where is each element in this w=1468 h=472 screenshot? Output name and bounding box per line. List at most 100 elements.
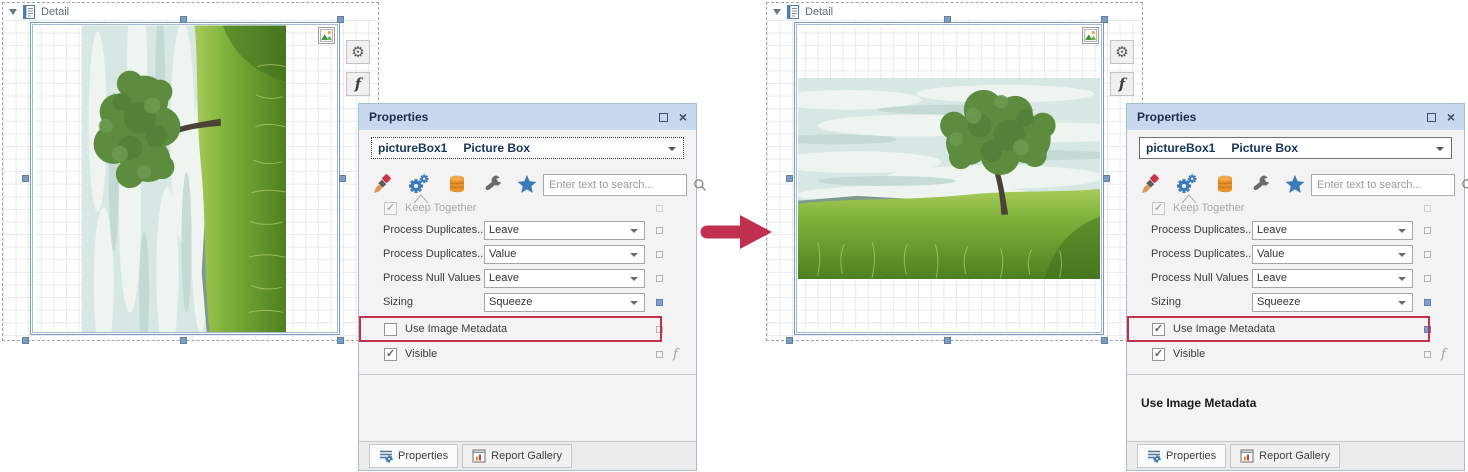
property-marker[interactable] — [1424, 226, 1431, 234]
appearance-brush-icon[interactable] — [1139, 172, 1163, 196]
selection-handle[interactable] — [1101, 16, 1108, 23]
checkbox-keep-together[interactable]: ✓ — [1152, 201, 1165, 215]
chevron-down-icon — [668, 147, 676, 151]
search-input[interactable] — [1312, 179, 1461, 191]
property-row-use-image-metadata: ✓ Use Image Metadata — [1127, 316, 1464, 342]
dropdown-process-duplicates-mode[interactable]: Leave — [484, 220, 645, 240]
property-label: Visible — [405, 348, 438, 360]
band-header: Detail — [3, 3, 378, 20]
behavior-gears-icon[interactable] — [1175, 172, 1199, 196]
picture-box[interactable] — [30, 22, 340, 335]
property-label: Keep Together — [1173, 202, 1245, 214]
property-marker[interactable] — [1424, 350, 1431, 358]
selection-handle[interactable] — [180, 16, 187, 23]
report-design-surface-before: Detail ⚙ f — [2, 2, 379, 344]
tab-properties[interactable]: Properties — [369, 444, 459, 468]
object-selector-combobox[interactable]: pictureBox1 Picture Box — [1139, 137, 1452, 159]
maximize-icon[interactable] — [1426, 112, 1436, 122]
property-marker[interactable] — [1424, 274, 1431, 282]
selection-handle[interactable] — [1103, 175, 1110, 182]
property-marker[interactable] — [1424, 204, 1431, 212]
property-marker[interactable] — [1424, 250, 1431, 258]
property-row-process-null-values: Process Null Values Leave — [1127, 266, 1464, 290]
checkbox-visible[interactable]: ✓ — [1152, 347, 1165, 361]
dropdown-sizing[interactable]: Squeeze — [484, 292, 645, 312]
favorites-star-icon[interactable] — [515, 172, 539, 196]
design-wrench-icon[interactable] — [481, 172, 505, 196]
selection-handle[interactable] — [1101, 337, 1108, 344]
smart-tag-gear-button[interactable]: ⚙ — [1110, 40, 1134, 64]
selection-handle[interactable] — [337, 337, 344, 344]
panel-titlebar: Properties × — [1127, 104, 1464, 130]
chevron-down-icon — [1398, 276, 1406, 281]
design-grid: ⚙ f — [767, 16, 1142, 344]
property-marker[interactable] — [656, 274, 663, 282]
checkbox-use-image-metadata[interactable]: ✓ — [1152, 322, 1165, 336]
smart-tag-gear-button[interactable]: ⚙ — [346, 40, 370, 64]
close-icon[interactable]: × — [1447, 110, 1455, 124]
property-label: Process Null Values — [1151, 272, 1249, 284]
data-database-icon[interactable] — [445, 172, 469, 196]
checkbox-keep-together[interactable]: ✓ — [384, 201, 397, 215]
data-database-icon[interactable] — [1213, 172, 1237, 196]
selection-handle[interactable] — [786, 337, 793, 344]
property-marker[interactable] — [656, 250, 663, 258]
design-wrench-icon[interactable] — [1249, 172, 1273, 196]
property-marker[interactable] — [656, 204, 663, 212]
report-gallery-tab-icon — [472, 449, 486, 463]
checkbox-use-image-metadata[interactable] — [384, 322, 397, 336]
dropdown-process-duplicates-target[interactable]: Value — [484, 244, 645, 264]
band-collapse-arrow-icon[interactable] — [9, 8, 17, 15]
appearance-brush-icon[interactable] — [371, 172, 395, 196]
active-category-notch — [1181, 194, 1197, 203]
tab-report-gallery[interactable]: Report Gallery — [1230, 444, 1341, 468]
smart-tag-image-icon[interactable] — [1082, 27, 1099, 44]
selection-handle[interactable] — [944, 16, 951, 23]
dropdown-sizing[interactable]: Squeeze — [1252, 292, 1413, 312]
selection-handle[interactable] — [337, 16, 344, 23]
property-row-keep-together: ✓ Keep Together — [359, 198, 696, 218]
dropdown-process-null-values[interactable]: Leave — [1252, 268, 1413, 288]
favorites-star-icon[interactable] — [1283, 172, 1307, 196]
object-selector-combobox[interactable]: pictureBox1 Picture Box — [371, 137, 684, 159]
property-marker[interactable] — [656, 350, 663, 358]
panel-title: Properties — [369, 110, 429, 124]
smart-tag-image-icon[interactable] — [318, 27, 335, 44]
before-after-arrow — [700, 215, 772, 249]
property-row-process-duplicates-target: Process Duplicates... Value — [1127, 242, 1464, 266]
property-marker-modified[interactable] — [656, 298, 663, 306]
band-collapse-arrow-icon[interactable] — [773, 8, 781, 15]
tab-report-gallery[interactable]: Report Gallery — [462, 444, 573, 468]
maximize-icon[interactable] — [658, 112, 668, 122]
selection-handle[interactable] — [180, 337, 187, 344]
selection-handle[interactable] — [944, 337, 951, 344]
close-icon[interactable]: × — [679, 110, 687, 124]
selection-handle[interactable] — [22, 175, 29, 182]
checkbox-visible[interactable]: ✓ — [384, 347, 397, 361]
search-input[interactable] — [544, 179, 693, 191]
selection-handle[interactable] — [22, 337, 29, 344]
behavior-gears-icon[interactable] — [407, 172, 431, 196]
selection-handle[interactable] — [786, 175, 793, 182]
property-marker-modified[interactable] — [1424, 298, 1431, 306]
property-row-process-duplicates-mode: Process Duplicates... Leave — [1127, 218, 1464, 242]
property-marker[interactable] — [656, 325, 663, 333]
panel-tab-bar: Properties Report Gallery — [359, 441, 696, 470]
selection-handle[interactable] — [339, 175, 346, 182]
dropdown-process-duplicates-target[interactable]: Value — [1252, 244, 1413, 264]
property-label: Process Duplicates... — [383, 248, 483, 260]
search-icon — [693, 178, 707, 192]
expression-button[interactable]: f — [1110, 72, 1134, 96]
fx-expression-icon[interactable]: f — [673, 347, 678, 362]
properties-panel-before: Properties × pictureBox1 Picture Box ✓ K… — [358, 103, 697, 471]
tab-properties[interactable]: Properties — [1137, 444, 1227, 468]
picture-box[interactable] — [794, 22, 1104, 335]
expression-button[interactable]: f — [346, 72, 370, 96]
property-marker[interactable] — [656, 226, 663, 234]
panel-tab-bar: Properties Report Gallery — [1127, 441, 1464, 470]
property-marker-modified[interactable] — [1424, 325, 1431, 333]
fx-expression-icon[interactable]: f — [1441, 347, 1446, 362]
chevron-down-icon — [1398, 252, 1406, 257]
dropdown-process-null-values[interactable]: Leave — [484, 268, 645, 288]
dropdown-process-duplicates-mode[interactable]: Leave — [1252, 220, 1413, 240]
